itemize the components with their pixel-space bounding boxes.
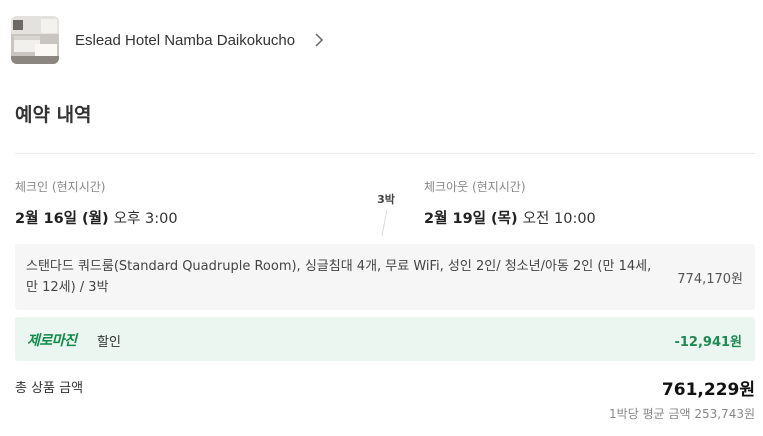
zero-margin-logo: 제로마진: [27, 333, 77, 349]
checkin-date: 2월 16일 (월): [15, 211, 109, 227]
discount-amount: -12,941원: [674, 335, 742, 350]
hotel-name: Eslead Hotel Namba Daikokucho: [75, 31, 296, 49]
section-title: 예약 내역: [15, 104, 92, 126]
checkin-time: 오후 3:00: [113, 211, 178, 227]
hotel-link[interactable]: Eslead Hotel Namba Daikokucho: [11, 15, 371, 65]
checkin-label: 체크인 (현지시간): [15, 180, 106, 194]
checkout-value: 2월 19일 (목) 오전 10:00: [424, 207, 596, 228]
checkin-value: 2월 16일 (월) 오후 3:00: [15, 207, 178, 228]
discount-label: 할인: [97, 335, 121, 350]
total-label: 총 상품 금액: [15, 381, 84, 396]
hotel-thumbnail: [11, 16, 59, 64]
room-price: 774,170원: [677, 272, 743, 287]
room-line-item: 스탠다드 쿼드룸(Standard Quadruple Room), 싱글침대 …: [15, 244, 755, 310]
checkout-time: 오전 10:00: [522, 211, 596, 227]
room-description: 스탠다드 쿼드룸(Standard Quadruple Room), 싱글침대 …: [26, 259, 652, 295]
booking-summary-page: Eslead Hotel Namba Daikokucho 예약 내역 체크인 …: [0, 0, 763, 436]
divider: [15, 153, 755, 154]
checkin-block: 체크인 (현지시간) 2월 16일 (월) 오후 3:00: [15, 178, 178, 228]
checkout-date: 2월 19일 (목): [424, 211, 518, 227]
discount-line-item: 제로마진 할인 -12,941원: [15, 317, 755, 361]
nights-badge: 3박: [371, 190, 401, 210]
checkout-label: 체크아웃 (현지시간): [424, 180, 526, 194]
per-night-average: 1박당 평균 금액 253,743원: [609, 407, 755, 421]
chevron-right-icon: [315, 33, 324, 47]
checkout-block: 체크아웃 (현지시간) 2월 19일 (목) 오전 10:00: [424, 178, 596, 228]
total-amount: 761,229원: [661, 380, 755, 400]
